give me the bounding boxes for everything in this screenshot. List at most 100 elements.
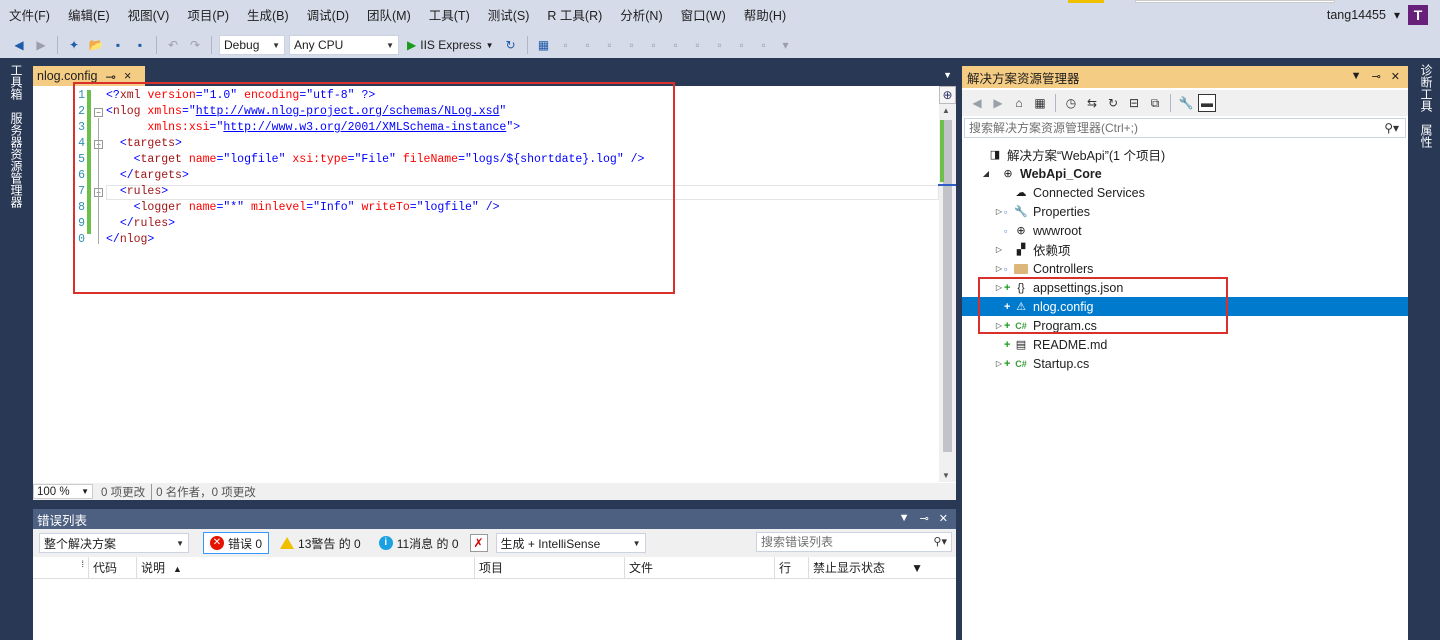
solution-platform-select[interactable]: Any CPU ▼ (289, 35, 399, 55)
errors-filter-button[interactable]: ✕ 错误 0 (203, 532, 270, 554)
close-icon[interactable]: × (124, 69, 131, 83)
close-icon[interactable]: ✕ (939, 512, 948, 525)
menu-item-12[interactable]: 帮助(H) (735, 0, 795, 32)
scroll-up-icon[interactable]: ▲ (942, 106, 950, 115)
preview-selected-icon[interactable]: ▬ (1198, 94, 1216, 112)
toolbar-tool-icon[interactable]: ▫ (623, 36, 641, 54)
open-file-icon[interactable]: 📂 (87, 36, 105, 54)
window-menu-icon[interactable]: ▼ (1351, 70, 1362, 83)
search-icon[interactable]: ⚲▾ (933, 533, 947, 551)
toolbar-tool-icon[interactable]: ▫ (667, 36, 685, 54)
new-project-icon[interactable]: ✦ (65, 36, 83, 54)
toolbar-tool-icon[interactable]: ▫ (689, 36, 707, 54)
pin-icon[interactable]: ⊸ (105, 69, 115, 84)
code-line[interactable]: </nlog> (106, 233, 154, 246)
toolbar-tool-icon[interactable]: ▫ (645, 36, 663, 54)
collapse-all-icon[interactable]: ⊟ (1125, 94, 1143, 112)
save-all-icon[interactable]: ▪ (131, 36, 149, 54)
menu-item-0[interactable]: 文件(F) (0, 0, 59, 32)
menu-item-5[interactable]: 调试(D) (298, 0, 358, 32)
code-line[interactable]: <?xml version="1.0" encoding="utf-8" ?> (106, 89, 375, 102)
account-dropdown-icon[interactable]: ▾ (1394, 8, 1400, 22)
editor-horizontal-scrollbar[interactable] (345, 487, 955, 496)
tree-item[interactable]: ▷ ▞ 依赖项 (962, 240, 1408, 259)
account-area[interactable]: tang14455 ▾ T (1327, 5, 1428, 25)
zoom-select[interactable]: 100 % ▼ (33, 484, 93, 499)
refresh-icon[interactable]: ↻ (1104, 94, 1122, 112)
code-token[interactable]: http://www.nlog-project.org/schemas/NLog… (196, 105, 500, 118)
toolbar-tool-icon[interactable]: ▫ (601, 36, 619, 54)
pin-icon[interactable]: ⊸ (920, 512, 929, 525)
code-line[interactable]: </rules> (106, 217, 175, 230)
error-list-search-input[interactable]: 搜索错误列表 ⚲▾ (756, 532, 952, 552)
code-line[interactable]: <logger name="*" minlevel="Info" writeTo… (106, 201, 500, 214)
column-header-suppression[interactable]: 禁止显示状态 ▼ (809, 557, 933, 578)
toolbar-tool-icon[interactable]: ▫ (557, 36, 575, 54)
menu-item-1[interactable]: 编辑(E) (59, 0, 119, 32)
back-icon[interactable]: ◀ (10, 36, 28, 54)
account-name[interactable]: tang14455 (1327, 8, 1386, 22)
column-header-code[interactable]: 代码 (89, 557, 137, 578)
column-header-description[interactable]: 说明 ▲ (137, 557, 475, 578)
close-icon[interactable]: ✕ (1391, 70, 1400, 83)
filter-icon[interactable]: ▼ (911, 557, 923, 579)
find-icon[interactable]: ▦ (535, 36, 553, 54)
tree-item[interactable]: ▷ ▫ 🔧 Properties (962, 202, 1408, 221)
forward-icon[interactable]: ▶ (989, 94, 1007, 112)
expand-arrow-icon[interactable]: ▷ (994, 359, 1004, 368)
column-header-file[interactable]: 文件 (625, 557, 775, 578)
avatar[interactable]: T (1408, 5, 1428, 25)
split-editor-icon[interactable]: ⊕ (939, 86, 956, 104)
forward-icon[interactable]: ▶ (32, 36, 50, 54)
menu-item-11[interactable]: 窗口(W) (672, 0, 735, 32)
messages-filter-button[interactable]: i 11消息 的 0 (372, 532, 466, 554)
expand-arrow-icon[interactable]: ◢ (981, 169, 991, 178)
toolbar-tool-icon[interactable]: ▫ (579, 36, 597, 54)
error-scope-select[interactable]: 整个解决方案 ▼ (39, 533, 189, 553)
menu-item-6[interactable]: 团队(M) (358, 0, 420, 32)
show-all-files-icon[interactable]: ⧉ (1146, 94, 1164, 112)
tree-item[interactable]: ▷ + C# Startup.cs (962, 354, 1408, 373)
column-header-line[interactable]: 行 (775, 557, 809, 578)
menu-item-7[interactable]: 工具(T) (420, 0, 479, 32)
menu-item-9[interactable]: R 工具(R) (538, 0, 611, 32)
back-icon[interactable]: ◀ (968, 94, 986, 112)
tree-item[interactable]: ▷ + C# Program.cs (962, 316, 1408, 335)
tree-item[interactable]: ▷ ▫ Controllers (962, 259, 1408, 278)
chevron-down-icon[interactable]: ▼ (486, 41, 494, 50)
scroll-down-icon[interactable]: ▼ (942, 471, 950, 480)
tree-item[interactable]: ◨ 解决方案“WebApi”(1 个项目) (962, 145, 1408, 164)
tab-list-dropdown-icon[interactable]: ▼ (943, 70, 952, 80)
code-token[interactable]: http://www.w3.org/2001/XMLSchema-instanc… (223, 121, 506, 134)
build-intellisense-select[interactable]: 生成 + IntelliSense ▼ (495, 533, 646, 553)
warnings-filter-button[interactable]: 13警告 的 0 (273, 532, 368, 554)
switch-views-icon[interactable]: ▦ (1031, 94, 1049, 112)
toolbar-tool-icon[interactable]: ▫ (733, 36, 751, 54)
tree-item[interactable]: ☁ Connected Services (962, 183, 1408, 202)
start-debugging-button[interactable]: ▶ IIS Express ▼ (403, 38, 498, 52)
expand-arrow-icon[interactable]: ▷ (994, 245, 1004, 254)
toolbox-tab[interactable]: 工具箱 (8, 58, 25, 106)
tree-item[interactable]: ◢ ⊕ WebApi_Core (962, 164, 1408, 183)
server-explorer-tab[interactable]: 服务器资源管理器 (8, 106, 25, 214)
save-icon[interactable]: ▪ (109, 36, 127, 54)
clear-filter-icon[interactable]: ✗ (469, 534, 488, 552)
redo-icon[interactable]: ↷ (186, 36, 204, 54)
menu-item-2[interactable]: 视图(V) (119, 0, 179, 32)
code-line[interactable]: <nlog xmlns="http://www.nlog-project.org… (106, 105, 506, 118)
code-line[interactable]: xmlns:xsi="http://www.w3.org/2001/XMLSch… (106, 121, 520, 134)
code-line[interactable]: <targets> (106, 137, 182, 150)
solution-configuration-select[interactable]: Debug ▼ (219, 35, 285, 55)
tree-item[interactable]: + ⚠ nlog.config (962, 297, 1408, 316)
sync-with-document-icon[interactable]: ⇆ (1083, 94, 1101, 112)
expand-arrow-icon[interactable]: ▷ (994, 264, 1004, 273)
search-icon[interactable]: ⚲▾ (1384, 119, 1399, 137)
code-line[interactable]: </targets> (106, 169, 189, 182)
pending-changes-filter-icon[interactable]: ◷ (1062, 94, 1080, 112)
tree-item[interactable]: ▫ ⊕ wwwroot (962, 221, 1408, 240)
code-line[interactable]: <target name="logfile" xsi:type="File" f… (106, 153, 645, 166)
properties-tab[interactable]: 属性 (1418, 118, 1435, 154)
expand-arrow-icon[interactable]: ▷ (994, 207, 1004, 216)
window-menu-icon[interactable]: ▼ (899, 512, 910, 525)
menu-item-8[interactable]: 测试(S) (479, 0, 539, 32)
